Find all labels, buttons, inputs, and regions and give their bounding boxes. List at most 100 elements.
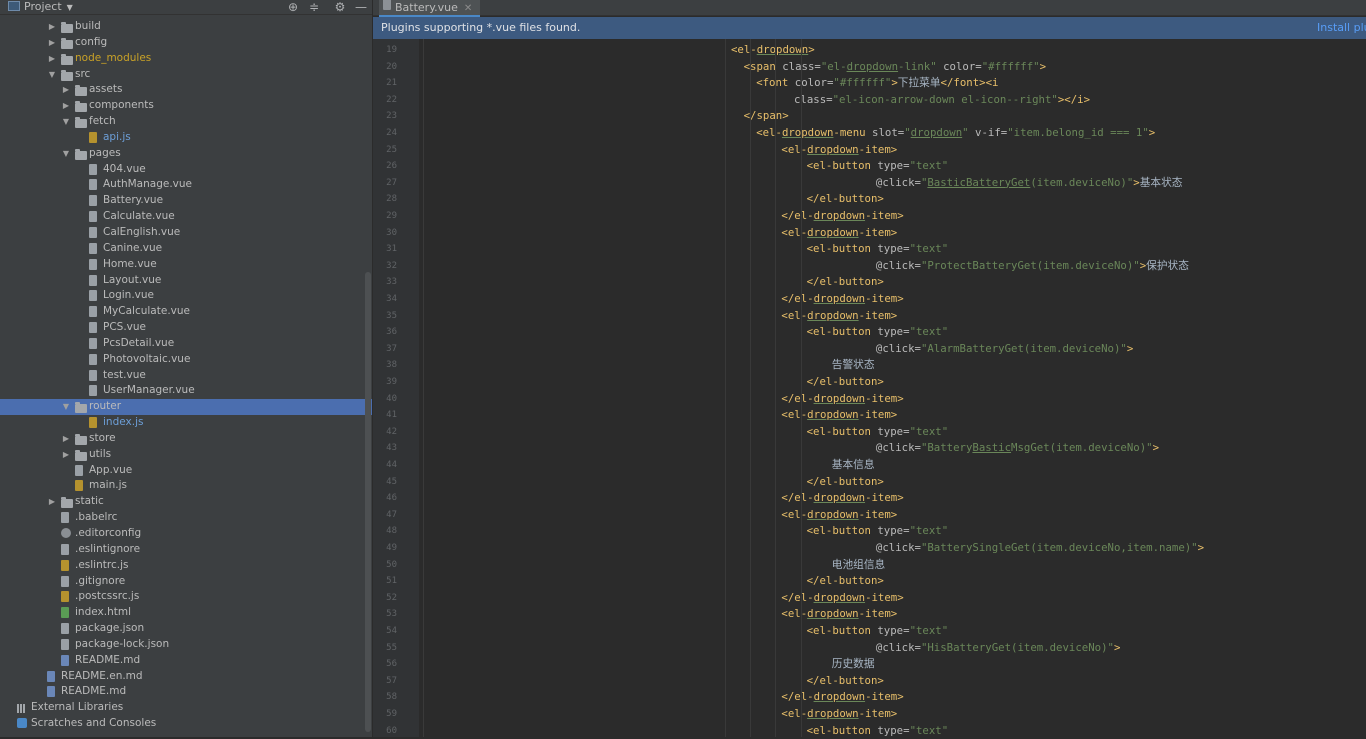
- tree-file[interactable]: index.js: [0, 415, 372, 431]
- tree-file[interactable]: PCS.vue: [0, 320, 372, 336]
- code-line[interactable]: <el-dropdown-menu slot="dropdown" v-if="…: [756, 125, 1155, 142]
- tree-file[interactable]: api.js: [0, 130, 372, 146]
- tree-file[interactable]: README.md: [0, 653, 372, 669]
- crosshair-icon[interactable]: ⊕: [286, 0, 300, 14]
- line-number-gutter[interactable]: 19 20 21 22 23 24 25 26 27 28 29 30 31 32 33 34 35 36 37 38…: [373, 39, 419, 737]
- code-line[interactable]: <el-dropdown-item>: [781, 507, 897, 524]
- tree-file[interactable]: .eslintignore: [0, 542, 372, 558]
- tree-folder-router[interactable]: ▼ router: [0, 399, 372, 416]
- code-line[interactable]: @click="ProtectBatteryGet(item.deviceNo)…: [876, 258, 1189, 275]
- code-line[interactable]: @click="HisBatteryGet(item.deviceNo)">: [876, 640, 1121, 657]
- code-line[interactable]: <el-dropdown-item>: [781, 308, 897, 325]
- tree-file[interactable]: Home.vue: [0, 257, 372, 273]
- code-line[interactable]: @click="BatteryBasticMsgGet(item.deviceN…: [876, 440, 1159, 457]
- tree-folder-utils[interactable]: ▶ utils: [0, 447, 372, 463]
- code-line[interactable]: <el-dropdown-item>: [781, 706, 897, 723]
- tree-folder-assets[interactable]: ▶ assets: [0, 82, 372, 98]
- tree-folder-build[interactable]: ▶ build: [0, 19, 372, 35]
- tree-file[interactable]: .gitignore: [0, 574, 372, 590]
- tree-file[interactable]: Login.vue: [0, 288, 372, 304]
- tree-file[interactable]: MyCalculate.vue: [0, 304, 372, 320]
- collapse-all-icon[interactable]: ≑: [307, 0, 321, 14]
- tree-file[interactable]: Calculate.vue: [0, 209, 372, 225]
- code-line[interactable]: </el-button>: [807, 374, 884, 391]
- code-line[interactable]: <el-button type="text": [807, 241, 949, 258]
- code-line[interactable]: <el-button type="text": [807, 424, 949, 441]
- tree-folder-fetch[interactable]: ▼ fetch: [0, 114, 372, 130]
- tree-file[interactable]: test.vue: [0, 368, 372, 384]
- code-line[interactable]: </el-button>: [807, 474, 884, 491]
- install-plugins-link[interactable]: Install plugins: [1317, 17, 1366, 39]
- minimize-icon[interactable]: —: [354, 0, 368, 14]
- tree-file[interactable]: .babelrc: [0, 510, 372, 526]
- tree-file[interactable]: CalEnglish.vue: [0, 225, 372, 241]
- tree-file[interactable]: UserManager.vue: [0, 383, 372, 399]
- code-line[interactable]: class="el-icon-arrow-down el-icon--right…: [794, 92, 1090, 109]
- code-line[interactable]: <el-button type="text": [807, 623, 949, 640]
- code-line[interactable]: <el-dropdown-item>: [781, 407, 897, 424]
- code-line[interactable]: </el-button>: [807, 673, 884, 690]
- code-line[interactable]: 电池组信息: [832, 557, 885, 574]
- code-line[interactable]: </el-button>: [807, 191, 884, 208]
- code-line[interactable]: </el-button>: [807, 573, 884, 590]
- tree-file[interactable]: main.js: [0, 478, 372, 494]
- tree-file[interactable]: .postcssrc.js: [0, 589, 372, 605]
- tree-file[interactable]: Canine.vue: [0, 241, 372, 257]
- tree-file[interactable]: PcsDetail.vue: [0, 336, 372, 352]
- collapsed-arrow-icon[interactable]: ▶: [47, 51, 57, 67]
- tree-file[interactable]: .editorconfig: [0, 526, 372, 542]
- code-line[interactable]: <el-button type="text": [807, 324, 949, 341]
- code-line[interactable]: 告警状态: [832, 357, 875, 374]
- tree-folder-static[interactable]: ▶ static: [0, 494, 372, 510]
- code-line[interactable]: @click="BatterySingleGet(item.deviceNo,i…: [876, 540, 1204, 557]
- tree-file[interactable]: .eslintrc.js: [0, 558, 372, 574]
- expanded-arrow-icon[interactable]: ▼: [61, 146, 71, 162]
- tree-file[interactable]: App.vue: [0, 463, 372, 479]
- tab-battery-vue[interactable]: Battery.vue ✕: [379, 0, 481, 17]
- tree-file[interactable]: External Libraries: [0, 700, 372, 716]
- tree-scrollbar[interactable]: [365, 272, 371, 732]
- code-editor[interactable]: <el-dropdown><span class="el-dropdown-li…: [419, 39, 1366, 737]
- collapsed-arrow-icon[interactable]: ▶: [61, 82, 71, 98]
- tree-folder-src[interactable]: ▼ src: [0, 67, 372, 83]
- tree-folder-node-modules[interactable]: ▶ node_modules: [0, 51, 372, 67]
- collapsed-arrow-icon[interactable]: ▶: [61, 98, 71, 114]
- code-line[interactable]: <el-button type="text": [807, 523, 949, 540]
- code-line[interactable]: <el-dropdown-item>: [781, 606, 897, 623]
- tree-file[interactable]: Photovoltaic.vue: [0, 352, 372, 368]
- tree-folder-store[interactable]: ▶ store: [0, 431, 372, 447]
- expanded-arrow-icon[interactable]: ▼: [61, 114, 71, 130]
- tree-file[interactable]: README.en.md: [0, 669, 372, 685]
- tree-folder-config[interactable]: ▶ config: [0, 35, 372, 51]
- code-line[interactable]: <font color="#ffffff">下拉菜单</font><i: [756, 75, 998, 92]
- tree-file[interactable]: README.md: [0, 684, 372, 700]
- project-view-selector[interactable]: Project ▼: [8, 0, 73, 14]
- tree-file[interactable]: Layout.vue: [0, 273, 372, 289]
- code-line[interactable]: <el-dropdown-item>: [781, 142, 897, 159]
- expanded-arrow-icon[interactable]: ▼: [61, 399, 71, 415]
- tree-file[interactable]: Scratches and Consoles: [0, 716, 372, 732]
- code-line[interactable]: 基本信息: [832, 457, 875, 474]
- gear-icon[interactable]: ⚙: [333, 0, 347, 14]
- code-line[interactable]: @click="AlarmBatteryGet(item.deviceNo)">: [876, 341, 1133, 358]
- code-line[interactable]: <span class="el-dropdown-link" color="#f…: [744, 59, 1046, 76]
- tree-file[interactable]: Battery.vue: [0, 193, 372, 209]
- tree-file[interactable]: AuthManage.vue: [0, 177, 372, 193]
- expanded-arrow-icon[interactable]: ▼: [47, 67, 57, 83]
- close-icon[interactable]: ✕: [464, 3, 472, 14]
- code-line[interactable]: 历史数据: [832, 656, 875, 673]
- code-line[interactable]: <el-button type="text": [807, 158, 949, 175]
- tree-folder-pages[interactable]: ▼ pages: [0, 146, 372, 162]
- code-line[interactable]: <el-dropdown-item>: [781, 225, 897, 242]
- tree-file[interactable]: package-lock.json: [0, 637, 372, 653]
- code-line[interactable]: </el-button>: [807, 274, 884, 291]
- tree-file[interactable]: 404.vue: [0, 162, 372, 178]
- tree-file[interactable]: package.json: [0, 621, 372, 637]
- tree-folder-components[interactable]: ▶ components: [0, 98, 372, 114]
- editor-scrollbar[interactable]: [1358, 39, 1366, 737]
- collapsed-arrow-icon[interactable]: ▶: [61, 431, 71, 447]
- collapsed-arrow-icon[interactable]: ▶: [61, 447, 71, 463]
- collapsed-arrow-icon[interactable]: ▶: [47, 35, 57, 51]
- tree-file[interactable]: index.html: [0, 605, 372, 621]
- collapsed-arrow-icon[interactable]: ▶: [47, 494, 57, 510]
